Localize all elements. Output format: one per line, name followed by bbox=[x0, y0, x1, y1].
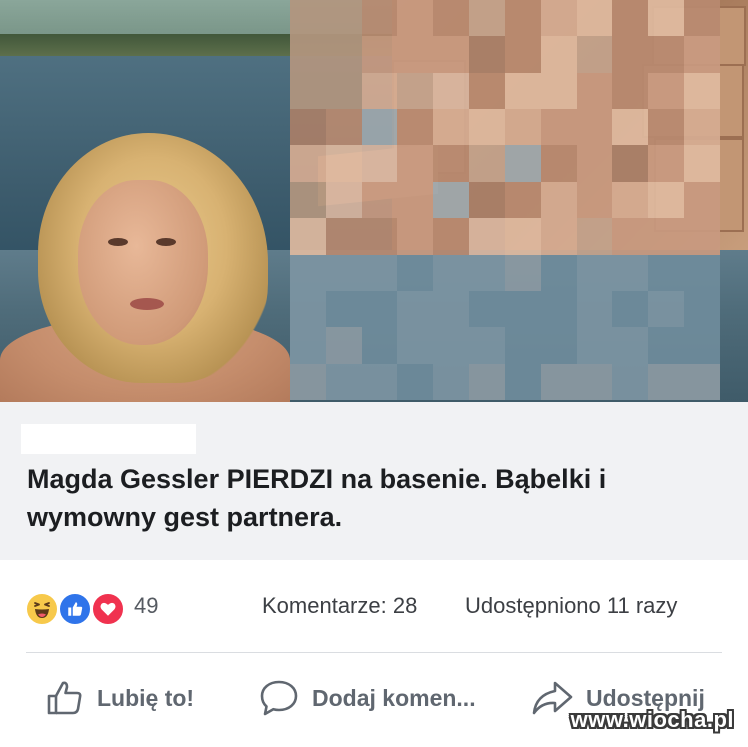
post-photo[interactable] bbox=[0, 0, 748, 402]
like-button[interactable]: Lubię to! bbox=[45, 668, 194, 728]
comment-button[interactable]: Dodaj komen... bbox=[258, 668, 476, 728]
actions-divider bbox=[26, 652, 722, 653]
reaction-count[interactable]: 49 bbox=[134, 593, 158, 619]
pixelated-censor-area bbox=[290, 0, 720, 400]
shares-count[interactable]: Udostępniono 11 razy bbox=[465, 593, 677, 619]
post-headline[interactable]: Magda Gessler PIERDZI na basenie. Bąbelk… bbox=[27, 460, 727, 536]
comments-count[interactable]: Komentarze: 28 bbox=[262, 593, 417, 619]
comment-button-label: Dodaj komen... bbox=[312, 684, 476, 711]
post-stats: 49 Komentarze: 28 Udostępniono 11 razy bbox=[0, 578, 748, 636]
comment-bubble-icon bbox=[260, 680, 298, 716]
love-reaction-icon bbox=[91, 592, 125, 626]
haha-reaction-icon bbox=[25, 592, 59, 626]
site-watermark: www.wiocha.pl bbox=[570, 707, 734, 732]
like-reaction-icon bbox=[58, 592, 92, 626]
like-button-label: Lubię to! bbox=[97, 684, 195, 711]
thumbs-up-icon bbox=[47, 681, 82, 715]
link-preview[interactable]: Magda Gessler PIERDZI na basenie. Bąbelk… bbox=[0, 402, 748, 560]
share-arrow-icon bbox=[532, 681, 573, 715]
redacted-source-label bbox=[21, 424, 196, 454]
photo-woman bbox=[0, 125, 300, 402]
